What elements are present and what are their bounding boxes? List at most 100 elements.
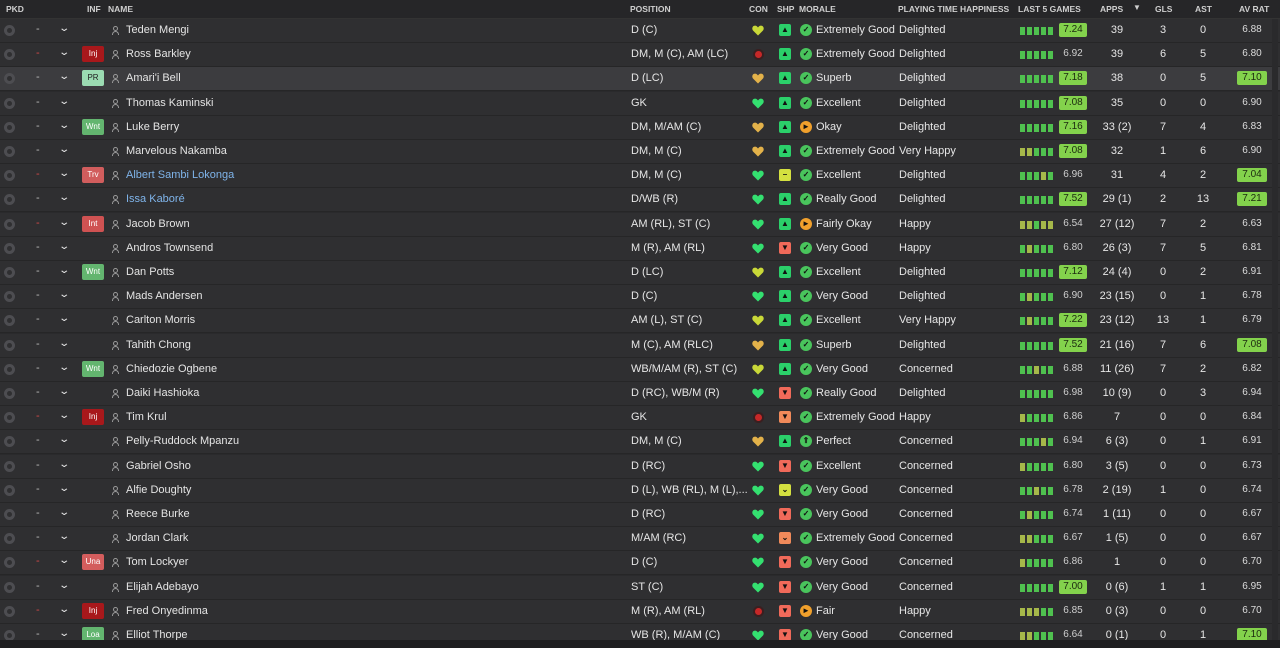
pick-toggle-icon[interactable] bbox=[4, 97, 15, 109]
player-name[interactable]: Tom Lockyer bbox=[126, 556, 188, 568]
chevron-down-icon[interactable]: ⌄ bbox=[58, 168, 70, 179]
header-last5[interactable]: LAST 5 GAMES bbox=[1018, 4, 1081, 14]
player-name[interactable]: Jordan Clark bbox=[126, 532, 188, 544]
chevron-down-icon[interactable]: ⌄ bbox=[58, 23, 70, 34]
pick-toggle-icon[interactable] bbox=[4, 121, 15, 133]
chevron-down-icon[interactable]: ⌄ bbox=[58, 531, 70, 542]
player-name[interactable]: Ross Barkley bbox=[126, 48, 191, 60]
chevron-down-icon[interactable]: ⌄ bbox=[58, 580, 70, 591]
table-row[interactable]: - ⌄ Wnt Luke Berry DM, M/AM (C) ▲ ► Okay Delight… bbox=[0, 115, 1280, 140]
player-name[interactable]: Chiedozie Ogbene bbox=[126, 363, 217, 375]
chevron-down-icon[interactable]: ⌄ bbox=[58, 507, 70, 518]
pick-toggle-icon[interactable] bbox=[4, 509, 15, 520]
player-name[interactable]: Marvelous Nakamba bbox=[126, 145, 227, 157]
player-name[interactable]: Tim Krul bbox=[126, 411, 167, 423]
table-row[interactable]: - ⌄ Alfie Doughty D (L), WB (RL), M (L),...… bbox=[0, 478, 1280, 503]
pick-toggle-icon[interactable] bbox=[4, 605, 15, 617]
chevron-down-icon[interactable]: ⌄ bbox=[58, 604, 70, 615]
pick-toggle-icon[interactable] bbox=[4, 460, 15, 472]
table-row[interactable]: - ⌄ Inj Tim Krul GK ▼ ✓ Extremely Good Happy 6.86… bbox=[0, 406, 1280, 431]
pick-toggle-icon[interactable] bbox=[4, 436, 15, 448]
header-ast[interactable]: AST bbox=[1195, 4, 1212, 14]
pick-toggle-icon[interactable] bbox=[4, 533, 15, 545]
header-apps[interactable]: APPS bbox=[1100, 4, 1123, 14]
table-row[interactable]: - ⌄ Inj Fred Onyedinma M (R), AM (RL) ▼ ► Fair H… bbox=[0, 599, 1280, 624]
player-name[interactable]: Jacob Brown bbox=[126, 218, 190, 230]
player-name[interactable]: Teden Mengi bbox=[126, 24, 189, 36]
table-row[interactable]: - ⌄ Una Tom Lockyer D (C) ▼ ✓ Very Good Concerne… bbox=[0, 551, 1280, 576]
chevron-down-icon[interactable]: ⌄ bbox=[58, 555, 70, 566]
chevron-down-icon[interactable]: ⌄ bbox=[58, 362, 70, 373]
pick-toggle-icon[interactable] bbox=[4, 412, 15, 424]
header-position[interactable]: POSITION bbox=[630, 4, 671, 14]
pick-toggle-icon[interactable] bbox=[4, 363, 15, 375]
table-row[interactable]: - ⌄ Wnt Dan Potts D (LC) ▲ ✓ Excellent Delighted… bbox=[0, 261, 1280, 285]
pick-toggle-icon[interactable] bbox=[4, 388, 15, 399]
player-name[interactable]: Amari'i Bell bbox=[126, 72, 181, 84]
chevron-down-icon[interactable]: ⌄ bbox=[58, 144, 70, 155]
chevron-down-icon[interactable]: ⌄ bbox=[58, 47, 70, 58]
table-row[interactable]: - ⌄ Gabriel Osho D (RC) ▼ ✓ Excellent Concerned… bbox=[0, 454, 1280, 479]
chevron-down-icon[interactable]: ⌄ bbox=[58, 483, 70, 494]
player-name[interactable]: Luke Berry bbox=[126, 121, 179, 133]
chevron-down-icon[interactable]: ⌄ bbox=[58, 410, 70, 421]
table-row[interactable]: - ⌄ Andros Townsend M (R), AM (RL) ▼ ✓ Very Go… bbox=[0, 236, 1280, 261]
pick-toggle-icon[interactable] bbox=[4, 315, 15, 327]
chevron-down-icon[interactable]: ⌄ bbox=[58, 241, 70, 252]
header-inf[interactable]: INF bbox=[87, 4, 101, 14]
table-row[interactable]: - ⌄ Thomas Kaminski GK ▲ ✓ Excellent Delighted 7… bbox=[0, 91, 1280, 116]
table-row[interactable]: - ⌄ Issa Kaboré D/WB (R) ▲ ✓ Really Good Deligh… bbox=[0, 188, 1280, 213]
chevron-down-icon[interactable]: ⌄ bbox=[58, 217, 70, 228]
header-gls[interactable]: GLS bbox=[1155, 4, 1172, 14]
pick-toggle-icon[interactable] bbox=[4, 267, 15, 278]
table-row[interactable]: - ⌄ Reece Burke D (RC) ▼ ✓ Very Good Concerned 6… bbox=[0, 503, 1280, 527]
chevron-down-icon[interactable]: ⌄ bbox=[58, 313, 70, 324]
player-name[interactable]: Pelly-Ruddock Mpanzu bbox=[126, 435, 239, 447]
scrollbar[interactable] bbox=[1272, 19, 1278, 648]
chevron-down-icon[interactable]: ⌄ bbox=[58, 265, 70, 276]
header-pkd[interactable]: PKD bbox=[6, 4, 24, 14]
table-row[interactable]: - ⌄ Tahith Chong M (C), AM (RLC) ▲ ✓ Superb Del… bbox=[0, 333, 1280, 358]
chevron-down-icon[interactable]: ⌄ bbox=[58, 386, 70, 397]
header-name[interactable]: NAME bbox=[108, 4, 133, 14]
pick-toggle-icon[interactable] bbox=[4, 49, 15, 61]
chevron-down-icon[interactable]: ⌄ bbox=[58, 120, 70, 131]
player-name[interactable]: Alfie Doughty bbox=[126, 484, 191, 496]
chevron-down-icon[interactable]: ⌄ bbox=[58, 459, 70, 470]
player-name[interactable]: Tahith Chong bbox=[126, 339, 191, 351]
pick-toggle-icon[interactable] bbox=[4, 484, 15, 496]
pick-toggle-icon[interactable] bbox=[4, 73, 15, 85]
sort-desc-icon[interactable]: ▼ bbox=[1133, 3, 1141, 12]
player-name[interactable]: Albert Sambi Lokonga bbox=[126, 169, 234, 181]
pick-toggle-icon[interactable] bbox=[4, 581, 15, 593]
table-row[interactable]: - ⌄ Marvelous Nakamba DM, M (C) ▲ ✓ Extremely … bbox=[0, 140, 1280, 164]
pick-toggle-icon[interactable] bbox=[4, 25, 15, 36]
pick-toggle-icon[interactable] bbox=[4, 146, 15, 157]
table-row[interactable]: - ⌄ Pelly-Ruddock Mpanzu DM, M (C) ▲ ⇑ Perfect… bbox=[0, 430, 1280, 455]
player-name[interactable]: Daiki Hashioka bbox=[126, 387, 199, 399]
chevron-down-icon[interactable]: ⌄ bbox=[58, 434, 70, 445]
player-name[interactable]: Dan Potts bbox=[126, 266, 174, 278]
header-morale[interactable]: MORALE bbox=[799, 4, 836, 14]
player-name[interactable]: Elijah Adebayo bbox=[126, 581, 199, 593]
table-row[interactable]: - ⌄ Inj Ross Barkley DM, M (C), AM (LC) ▲ ✓ Ext… bbox=[0, 43, 1280, 68]
table-row[interactable]: - ⌄ Carlton Morris AM (L), ST (C) ▲ ✓ Excellen… bbox=[0, 309, 1280, 334]
table-row[interactable]: - ⌄ Trv Albert Sambi Lokonga DM, M (C) – ✓ Exce… bbox=[0, 164, 1280, 189]
pick-toggle-icon[interactable] bbox=[4, 218, 15, 230]
pick-toggle-icon[interactable] bbox=[4, 242, 15, 254]
player-name[interactable]: Carlton Morris bbox=[126, 314, 195, 326]
player-name[interactable]: Gabriel Osho bbox=[126, 460, 191, 472]
table-row[interactable]: - ⌄ Int Jacob Brown AM (RL), ST (C) ▲ ► Fairly … bbox=[0, 212, 1280, 237]
table-row[interactable]: - ⌄ Daiki Hashioka D (RC), WB/M (R) ▼ ✓ Really… bbox=[0, 382, 1280, 406]
header-av-rat[interactable]: AV RAT bbox=[1239, 4, 1269, 14]
header-shp[interactable]: SHP bbox=[777, 4, 794, 14]
player-name[interactable]: Fred Onyedinma bbox=[126, 605, 208, 617]
player-name[interactable]: Andros Townsend bbox=[126, 242, 213, 254]
header-playing-time[interactable]: PLAYING TIME HAPPINESS bbox=[898, 4, 1009, 14]
pick-toggle-icon[interactable] bbox=[4, 557, 15, 569]
chevron-down-icon[interactable]: ⌄ bbox=[58, 628, 70, 639]
player-name[interactable]: Thomas Kaminski bbox=[126, 97, 213, 109]
table-row[interactable]: - ⌄ Teden Mengi D (C) ▲ ✓ Extremely Good Deligh… bbox=[0, 19, 1280, 43]
player-name[interactable]: Reece Burke bbox=[126, 508, 190, 520]
player-name[interactable]: Mads Andersen bbox=[126, 290, 202, 302]
